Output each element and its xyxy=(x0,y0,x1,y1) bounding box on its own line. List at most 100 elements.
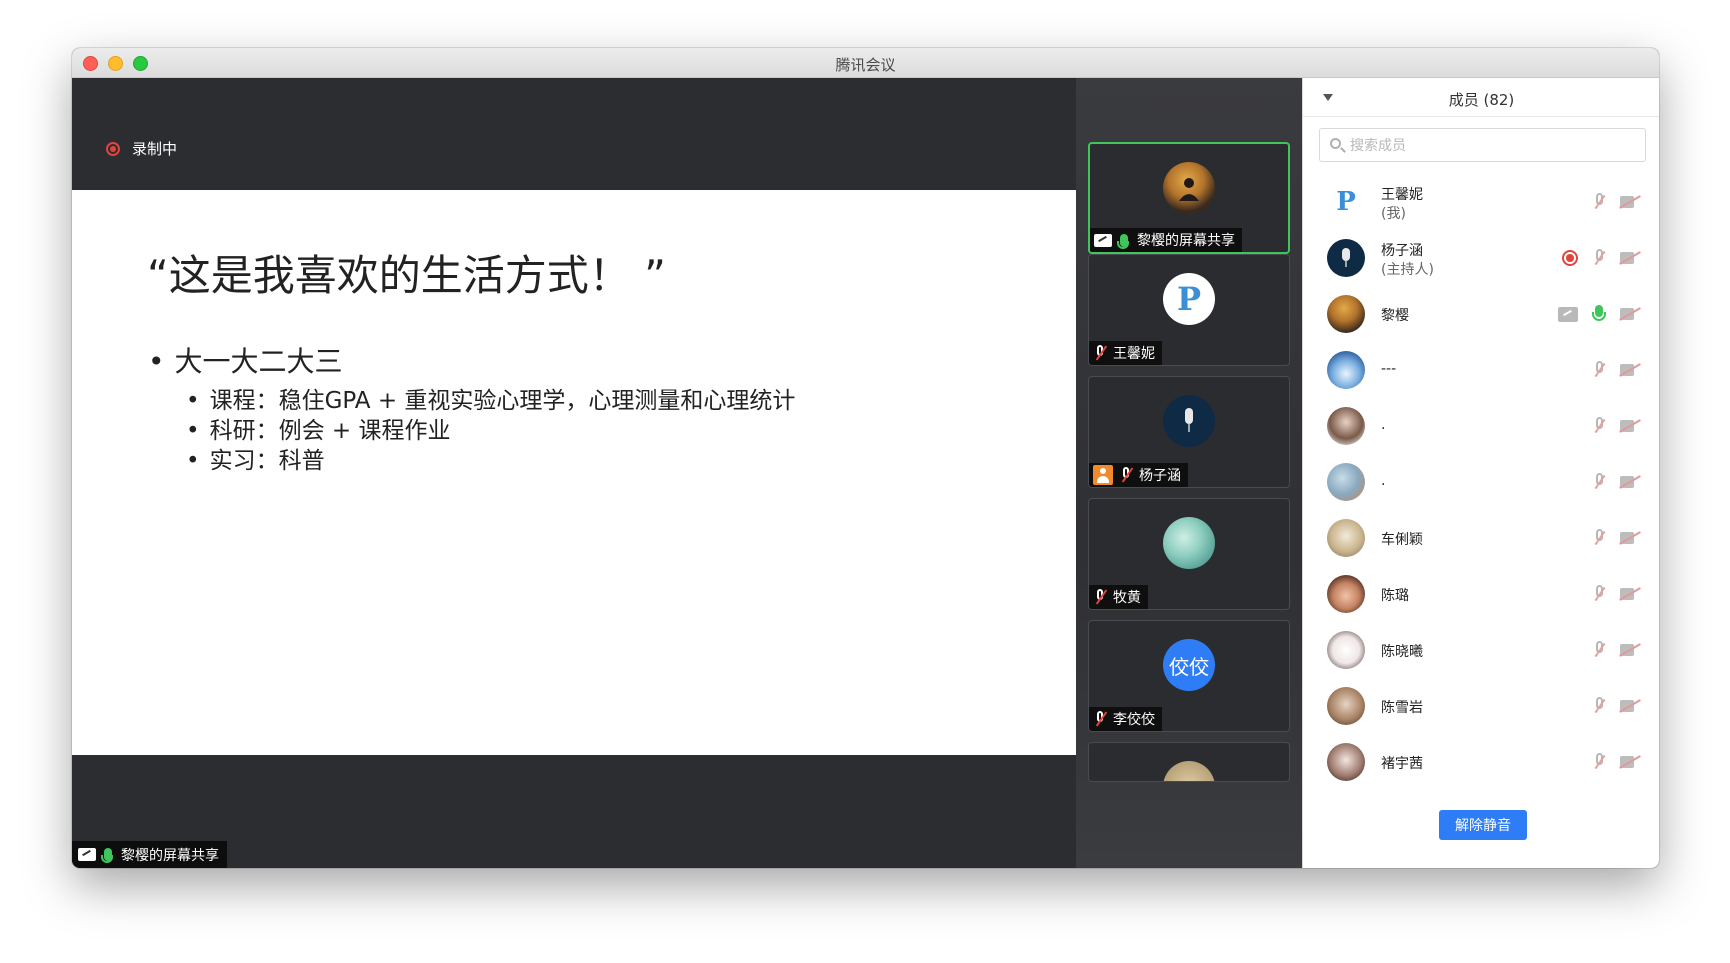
member-row[interactable]: P 王馨妮 (我) xyxy=(1303,174,1659,230)
member-role: (主持人) xyxy=(1381,262,1434,278)
tile-name: 牧黄 xyxy=(1113,590,1141,606)
search-input[interactable] xyxy=(1348,134,1632,158)
meeting-window: 腾讯会议 录制中 “这是我喜欢的生活方式！ ” • 大一大二大三 • 课程：稳住GP… xyxy=(72,48,1659,868)
camera-off-icon[interactable] xyxy=(1620,363,1640,377)
screen-share-text: 黎樱的屏幕共享 xyxy=(121,847,219,864)
member-name: . xyxy=(1381,417,1386,433)
avatar xyxy=(1163,761,1215,781)
member-list[interactable]: P 王馨妮 (我) 杨子涵 (主持人) 黎樱 --- . . 车俐颖 陈璐 陈晓… xyxy=(1303,174,1659,804)
microphone-icon xyxy=(1342,248,1350,267)
avatar xyxy=(1163,517,1215,569)
avatar xyxy=(1327,687,1365,725)
host-icon xyxy=(1093,465,1113,485)
mic-muted-icon xyxy=(1119,467,1133,483)
member-row[interactable]: 陈雪岩 xyxy=(1303,678,1659,734)
tile-label: 李佼佼 xyxy=(1089,707,1162,731)
title-bar: 腾讯会议 xyxy=(72,48,1659,78)
slide-sub-bullet: • 实习：科普 xyxy=(186,448,325,474)
members-panel: 成员 (82) P 王馨妮 (我) xyxy=(1302,78,1659,868)
member-row[interactable]: 黎樱 xyxy=(1303,286,1659,342)
mic-on-icon xyxy=(101,848,113,863)
avatar-text: 佼佼 xyxy=(1169,654,1209,679)
camera-off-icon[interactable] xyxy=(1620,475,1640,489)
member-row[interactable]: --- xyxy=(1303,342,1659,398)
screen-share-icon xyxy=(1558,306,1578,322)
camera-off-icon[interactable] xyxy=(1620,643,1640,657)
avatar xyxy=(1327,743,1365,781)
mic-muted-icon[interactable] xyxy=(1592,473,1606,491)
member-name: 褚宇茜 xyxy=(1381,756,1423,772)
avatar xyxy=(1163,162,1215,214)
avatar: P xyxy=(1327,183,1365,221)
slide-bullet-text: 大一大二大三 xyxy=(174,345,343,378)
member-row[interactable]: 陈璐 xyxy=(1303,566,1659,622)
camera-off-icon[interactable] xyxy=(1620,419,1640,433)
avatar xyxy=(1327,631,1365,669)
avatar xyxy=(1327,295,1365,333)
video-tile[interactable]: 牧黄 xyxy=(1088,498,1290,610)
camera-off-icon[interactable] xyxy=(1620,251,1640,265)
tile-label: 杨子涵 xyxy=(1089,463,1188,487)
avatar xyxy=(1163,395,1215,447)
tile-label: 黎樱的屏幕共享 xyxy=(1090,228,1242,252)
avatar-letter: P xyxy=(1336,187,1356,217)
member-name: 陈雪岩 xyxy=(1381,700,1423,716)
mic-muted-icon[interactable] xyxy=(1592,585,1606,603)
member-name: 黎樱 xyxy=(1381,308,1409,324)
search-icon xyxy=(1330,138,1341,149)
avatar-letter: P xyxy=(1176,280,1202,318)
mic-muted-icon[interactable] xyxy=(1592,361,1606,379)
video-strip[interactable]: 黎樱的屏幕共享 P 王馨妮 杨子涵 牧黄 佼佼 李佼佼 xyxy=(1076,78,1302,868)
member-row[interactable]: . xyxy=(1303,398,1659,454)
mic-on-icon[interactable] xyxy=(1592,305,1606,323)
video-tile[interactable]: 黎樱的屏幕共享 xyxy=(1088,142,1290,254)
member-name: --- xyxy=(1381,361,1397,377)
member-search[interactable] xyxy=(1319,128,1646,162)
mic-muted-icon[interactable] xyxy=(1592,417,1606,435)
member-name: 车俐颖 xyxy=(1381,532,1423,548)
camera-off-icon[interactable] xyxy=(1620,307,1640,321)
video-tile[interactable]: P 王馨妮 xyxy=(1088,254,1290,366)
recording-indicator: 录制中 xyxy=(106,138,177,159)
slide-title: “这是我喜欢的生活方式！ ” xyxy=(147,251,666,300)
unmute-all-button[interactable]: 解除静音 xyxy=(1439,810,1527,840)
tile-name: 杨子涵 xyxy=(1139,468,1181,484)
avatar xyxy=(1327,519,1365,557)
mic-muted-icon[interactable] xyxy=(1592,697,1606,715)
member-name: 王馨妮 xyxy=(1381,187,1423,203)
presentation-slide: “这是我喜欢的生活方式！ ” • 大一大二大三 • 课程：稳住GPA + 重视实验心… xyxy=(72,190,1076,755)
mic-muted-icon[interactable] xyxy=(1592,249,1606,267)
member-row[interactable]: 陈晓曦 xyxy=(1303,622,1659,678)
camera-off-icon[interactable] xyxy=(1620,195,1640,209)
avatar xyxy=(1327,407,1365,445)
mic-muted-icon xyxy=(1093,345,1107,361)
members-header: 成员 (82) xyxy=(1303,78,1659,117)
avatar xyxy=(1327,239,1365,277)
tile-name: 王馨妮 xyxy=(1113,346,1155,362)
member-row[interactable]: . xyxy=(1303,454,1659,510)
mic-muted-icon[interactable] xyxy=(1592,641,1606,659)
member-row[interactable]: 车俐颖 xyxy=(1303,510,1659,566)
camera-off-icon[interactable] xyxy=(1620,699,1640,713)
tile-name: 黎樱的屏幕共享 xyxy=(1137,233,1235,249)
tile-label: 王馨妮 xyxy=(1089,341,1162,365)
member-name: 陈璐 xyxy=(1381,588,1409,604)
video-tile[interactable] xyxy=(1088,742,1290,782)
slide-sub-bullet: • 科研：例会 + 课程作业 xyxy=(186,418,451,444)
window-title: 腾讯会议 xyxy=(835,56,896,74)
member-name: . xyxy=(1381,473,1386,489)
silhouette-icon xyxy=(1179,178,1199,201)
mic-muted-icon[interactable] xyxy=(1592,529,1606,547)
member-row[interactable]: 杨子涵 (主持人) xyxy=(1303,230,1659,286)
mic-muted-icon[interactable] xyxy=(1592,193,1606,211)
mic-muted-icon[interactable] xyxy=(1592,753,1606,771)
member-row[interactable]: 褚宇茜 xyxy=(1303,734,1659,790)
mic-muted-icon xyxy=(1093,589,1107,605)
shared-screen-area: 录制中 “这是我喜欢的生活方式！ ” • 大一大二大三 • 课程：稳住GPA + 重… xyxy=(72,78,1076,868)
camera-off-icon[interactable] xyxy=(1620,531,1640,545)
camera-off-icon[interactable] xyxy=(1620,587,1640,601)
video-tile[interactable]: 杨子涵 xyxy=(1088,376,1290,488)
video-tile[interactable]: 佼佼 李佼佼 xyxy=(1088,620,1290,732)
camera-off-icon[interactable] xyxy=(1620,755,1640,769)
tile-name: 李佼佼 xyxy=(1113,712,1155,728)
